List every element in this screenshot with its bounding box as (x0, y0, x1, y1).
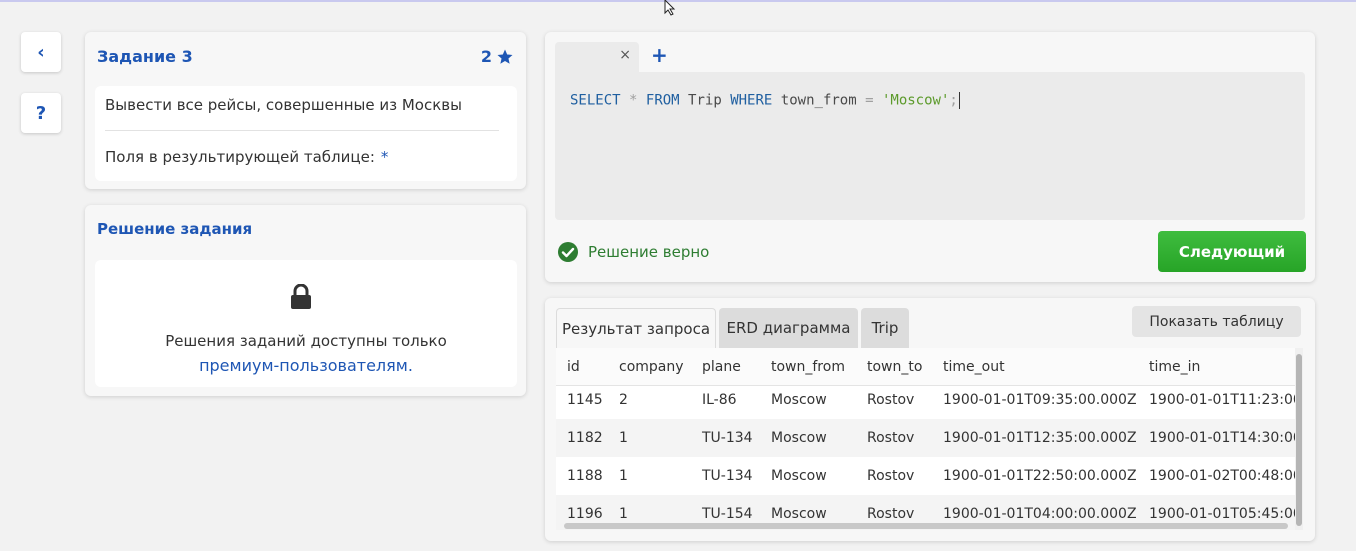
code-token: 'Moscow' (881, 92, 950, 109)
top-border (0, 0, 1356, 2)
table-cell: Rostov (867, 468, 915, 484)
sql-code[interactable]: SELECT * FROM Trip WHERE town_from = 'Mo… (570, 92, 960, 109)
table-cell: 1 (619, 430, 628, 446)
solution-card: Решение задания Решения заданий доступны… (85, 205, 526, 396)
status-text: Решение верно (588, 243, 710, 261)
table-cell: Rostov (867, 430, 915, 446)
tab-erd-diagram[interactable]: ERD диаграмма (719, 308, 858, 348)
table-cell: 1900-01-01T12:35:00.000Z (943, 430, 1137, 446)
check-circle-icon (558, 242, 578, 262)
result-fields-value: * (380, 148, 389, 166)
premium-link[interactable]: премиум-пользователям. (95, 356, 517, 375)
results-card: Результат запроса ERD диаграмма Trip Пок… (545, 298, 1315, 541)
sql-editor[interactable]: SELECT * FROM Trip WHERE town_from = 'Mo… (555, 72, 1305, 220)
show-table-button[interactable]: Показать таблицу (1132, 306, 1301, 337)
code-token: = (865, 92, 874, 109)
table-cell: TU-134 (702, 468, 753, 484)
next-button[interactable]: Следующий (1158, 231, 1306, 272)
solution-locked-box: Решения заданий доступны только премиум-… (95, 260, 517, 387)
code-token: Trip (688, 92, 722, 109)
solution-locked-text: Решения заданий доступны только (165, 332, 447, 350)
code-token: town_from (780, 92, 857, 109)
code-token: ; (949, 92, 958, 109)
task-description: Вывести все рейсы, совершенные из Москвы (105, 96, 462, 114)
table-cell: 1900-01-01T11:23:00.000Z (1149, 392, 1303, 408)
mouse-cursor-icon (664, 0, 676, 16)
editor-tab[interactable]: × (555, 42, 639, 72)
result-fields-label: Поля в результирующей таблице: (105, 148, 375, 166)
back-button[interactable]: ‹ (21, 32, 61, 72)
table-cell: 1182 (567, 430, 603, 446)
lock-icon (291, 284, 311, 309)
results-table: id company plane town_from town_to time_… (556, 348, 1303, 530)
vertical-scrollbar[interactable] (1296, 354, 1302, 526)
table-cell: Rostov (867, 392, 915, 408)
tab-trip[interactable]: Trip (861, 308, 909, 348)
editor-card: × + SELECT * FROM Trip WHERE town_from =… (545, 32, 1315, 282)
add-tab-icon[interactable]: + (651, 43, 668, 67)
close-icon[interactable]: × (619, 47, 631, 63)
table-row: 1182 1 TU-134 Moscow Rostov 1900-01-01T1… (556, 419, 1303, 457)
table-row: 1188 1 TU-134 Moscow Rostov 1900-01-01T2… (556, 457, 1303, 495)
table-cell: 1188 (567, 468, 603, 484)
table-cell: 1900-01-02T00:48:00.000Z (1149, 468, 1303, 484)
divider (105, 130, 499, 131)
task-body: Вывести все рейсы, совершенные из Москвы… (95, 86, 517, 181)
task-title: Задание 3 (97, 47, 193, 66)
table-cell: 1900-01-01T14:30:00.000Z (1149, 430, 1303, 446)
code-token: * (629, 92, 638, 109)
text-caret (958, 92, 960, 109)
table-cell: IL-86 (702, 392, 737, 408)
star-icon (497, 49, 513, 64)
horizontal-scrollbar[interactable] (564, 523, 1288, 529)
question-icon: ? (35, 102, 47, 124)
solution-title: Решение задания (97, 220, 253, 238)
tab-query-result[interactable]: Результат запроса (556, 308, 716, 348)
table-cell: 2 (619, 392, 628, 408)
table-cell: Moscow (771, 430, 827, 446)
chevron-left-icon: ‹ (37, 41, 45, 63)
table-cell: 1 (619, 468, 628, 484)
code-token: SELECT (570, 92, 621, 109)
code-token: WHERE (730, 92, 773, 109)
help-button[interactable]: ? (21, 93, 61, 133)
result-status: Решение верно (557, 241, 709, 263)
table-cell: Moscow (771, 392, 827, 408)
task-card: Задание 3 2 Вывести все рейсы, совершенн… (85, 32, 526, 189)
table-cell: TU-134 (702, 430, 753, 446)
code-token: FROM (645, 92, 680, 109)
table-row: 1145 2 IL-86 Moscow Rostov 1900-01-01T09… (556, 381, 1303, 419)
task-difficulty: 2 (481, 47, 514, 66)
table-cell: 1900-01-01T09:35:00.000Z (943, 392, 1137, 408)
table-cell: 1145 (567, 392, 603, 408)
vertical-scrollbar-track[interactable] (1295, 348, 1303, 530)
table-cell: Moscow (771, 468, 827, 484)
table-cell: 1900-01-01T22:50:00.000Z (943, 468, 1137, 484)
result-fields: Поля в результирующей таблице: * (105, 148, 388, 166)
difficulty-value: 2 (480, 47, 492, 66)
